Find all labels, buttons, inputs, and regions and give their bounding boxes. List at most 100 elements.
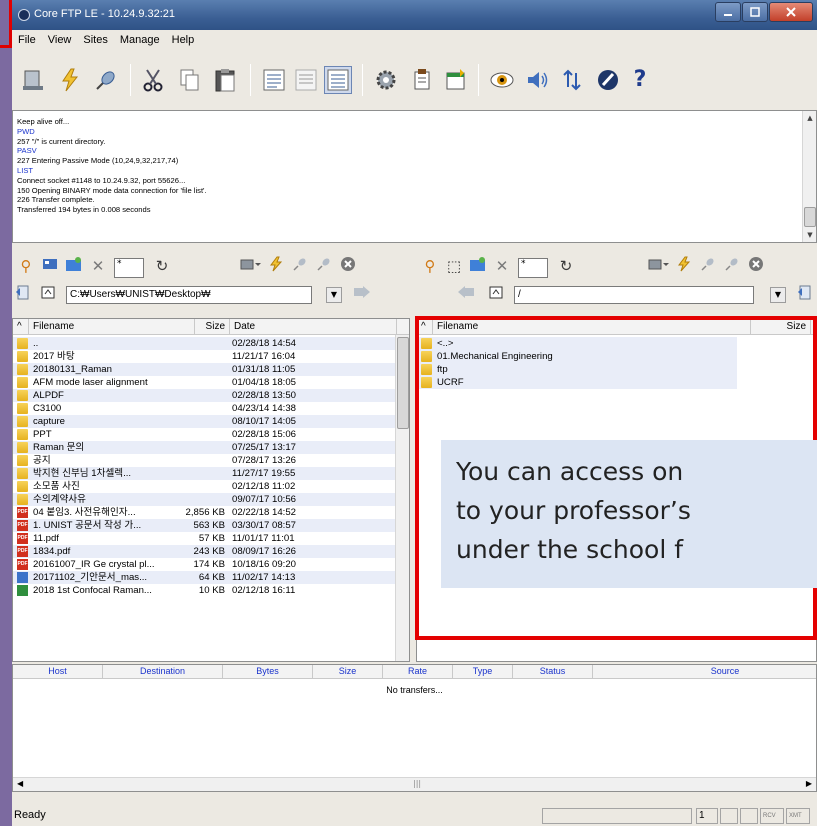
local-file-row[interactable]: PDF 11.pdf 57 KB 11/01/17 11:01 (13, 532, 397, 545)
disconnect-icon[interactable] (290, 256, 310, 276)
local-file-row[interactable]: 20171102_기안문서_mas... 64 KB 11/02/17 14:13 (13, 571, 397, 584)
queue-col-host[interactable]: Host (13, 665, 103, 679)
stop-icon[interactable] (746, 256, 766, 276)
delete-icon[interactable]: ✕ (88, 256, 108, 276)
col-date[interactable]: Date (230, 319, 397, 335)
menu-view[interactable]: View (42, 32, 78, 50)
connect-icon[interactable] (266, 256, 286, 276)
local-file-row[interactable]: C3100 04/23/14 14:38 (13, 402, 397, 415)
settings-icon[interactable] (372, 66, 400, 94)
local-file-row[interactable]: ALPDF 02/28/18 13:50 (13, 389, 397, 402)
minimize-button[interactable] (715, 2, 741, 22)
select-icon[interactable]: ⬚ (444, 256, 464, 276)
search-icon[interactable]: ⚲ (16, 256, 36, 276)
back-icon[interactable] (456, 284, 476, 304)
log-scroll-thumb[interactable] (804, 207, 816, 227)
connect-icon[interactable] (56, 66, 84, 94)
view-icon[interactable] (488, 66, 516, 94)
col-filename[interactable]: Filename (29, 319, 195, 335)
view-list-icon[interactable] (292, 66, 320, 94)
home-dir-icon[interactable] (38, 284, 58, 304)
queue-col-type[interactable]: Type (453, 665, 513, 679)
queue-scrollbar[interactable]: ◀ ||| ▶ (13, 777, 816, 791)
queue-col-rate[interactable]: Rate (383, 665, 453, 679)
new-folder-icon[interactable] (468, 256, 488, 276)
properties-icon[interactable] (408, 66, 436, 94)
local-file-row[interactable]: capture 08/10/17 14:05 (13, 415, 397, 428)
scroll-left-icon[interactable]: ◀ (17, 779, 23, 788)
disconnect-icon[interactable] (698, 256, 718, 276)
log-scrollbar[interactable]: ▲ ▼ (802, 111, 816, 242)
stop-icon[interactable] (338, 256, 358, 276)
copy-icon[interactable] (176, 66, 204, 94)
remote-path-input[interactable]: / (514, 286, 754, 304)
local-path-input[interactable]: C:₩Users₩UNIST₩Desktop₩ (66, 286, 312, 304)
local-file-row[interactable]: PDF 20161007_IR Ge crystal pl... 174 KB 10/… (13, 558, 397, 571)
local-file-row[interactable]: PDF 04 붙임3. 사전유해인자... 2,856 KB 02/22/18 14:… (13, 506, 397, 519)
connect-icon[interactable] (674, 256, 694, 276)
scroll-up-icon[interactable]: ▲ (803, 111, 817, 125)
local-filter-input[interactable]: * (114, 258, 144, 278)
scroll-down-icon[interactable]: ▼ (803, 228, 817, 242)
scroll-right-icon[interactable]: ▶ (806, 779, 812, 788)
cut-icon[interactable] (140, 66, 168, 94)
local-file-row[interactable]: 2018 1st Confocal Raman... 10 KB 02/12/18 … (13, 584, 397, 597)
message-log[interactable]: Keep alive off... PWD 257 "/" is current d… (12, 110, 817, 243)
local-file-row[interactable]: 소모품 사진 02/12/18 11:02 (13, 480, 397, 493)
col-size[interactable]: Size (195, 319, 230, 335)
queue-col-destination[interactable]: Destination (103, 665, 223, 679)
transfer-icon[interactable] (442, 66, 470, 94)
paste-icon[interactable] (212, 66, 240, 94)
reconnect-icon[interactable] (722, 256, 742, 276)
queue-col-status[interactable]: Status (513, 665, 593, 679)
local-file-row[interactable]: 수의계약사유 09/07/17 10:56 (13, 493, 397, 506)
queue-col-bytes[interactable]: Bytes (223, 665, 313, 679)
menu-help[interactable]: Help (166, 32, 201, 50)
local-file-list[interactable]: ^ Filename Size Date .. 02/28/18 14:54 201… (12, 318, 410, 662)
sort-indicator[interactable]: ^ (13, 319, 29, 335)
sync-icon[interactable] (558, 66, 586, 94)
menu-sites[interactable]: Sites (77, 32, 113, 50)
parent-dir-icon[interactable] (796, 284, 816, 304)
local-file-row[interactable]: Raman 문의 07/25/17 13:17 (13, 441, 397, 454)
sound-icon[interactable] (524, 66, 552, 94)
local-file-row[interactable]: 박지현 신부님 1차셀렉... 11/27/17 19:55 (13, 467, 397, 480)
view-text-icon[interactable] (260, 66, 288, 94)
menu-file[interactable]: File (12, 32, 42, 50)
go-icon[interactable] (352, 284, 372, 304)
disconnect-icon[interactable] (92, 66, 120, 94)
new-folder-icon[interactable] (64, 256, 84, 276)
maximize-button[interactable] (742, 2, 768, 22)
search-icon[interactable]: ⚲ (420, 256, 440, 276)
queue-col-source[interactable]: Source (633, 665, 817, 679)
remote-filter-input[interactable]: * (518, 258, 548, 278)
local-path-dropdown[interactable]: ▼ (326, 287, 342, 303)
local-scrollbar[interactable] (395, 335, 409, 661)
delete-icon[interactable]: ✕ (492, 256, 512, 276)
remote-path-dropdown[interactable]: ▼ (770, 287, 786, 303)
drive-icon[interactable] (648, 256, 669, 276)
transfer-queue[interactable]: Host Destination Bytes Size Rate Type Status So… (12, 664, 817, 792)
queue-col-size[interactable]: Size (313, 665, 383, 679)
view-details-icon[interactable] (324, 66, 352, 94)
view-mode-icon[interactable] (40, 256, 60, 276)
help-icon[interactable]: ? (626, 66, 654, 94)
about-icon[interactable] (594, 66, 622, 94)
local-file-row[interactable]: PDF 1. UNIST 공문서 작성 가... 563 KB 03/30/17 08… (13, 519, 397, 532)
local-file-row[interactable]: 20180131_Raman 01/31/18 11:05 (13, 363, 397, 376)
close-button[interactable] (769, 2, 813, 22)
local-file-row[interactable]: PDF 1834.pdf 243 KB 08/09/17 16:26 (13, 545, 397, 558)
menu-manage[interactable]: Manage (114, 32, 166, 50)
site-manager-icon[interactable] (20, 66, 48, 94)
drive-icon[interactable] (240, 256, 261, 276)
local-file-row[interactable]: .. 02/28/18 14:54 (13, 337, 397, 350)
local-file-row[interactable]: AFM mode laser alignment 01/04/18 18:05 (13, 376, 397, 389)
home-dir-icon[interactable] (486, 284, 506, 304)
parent-dir-icon[interactable] (14, 284, 34, 304)
reconnect-icon[interactable] (314, 256, 334, 276)
refresh-icon[interactable]: ↻ (152, 256, 172, 276)
local-file-row[interactable]: 2017 바탕 11/21/17 16:04 (13, 350, 397, 363)
refresh-icon[interactable]: ↻ (556, 256, 576, 276)
local-scroll-thumb[interactable] (397, 337, 409, 429)
local-file-row[interactable]: PPT 02/28/18 15:06 (13, 428, 397, 441)
